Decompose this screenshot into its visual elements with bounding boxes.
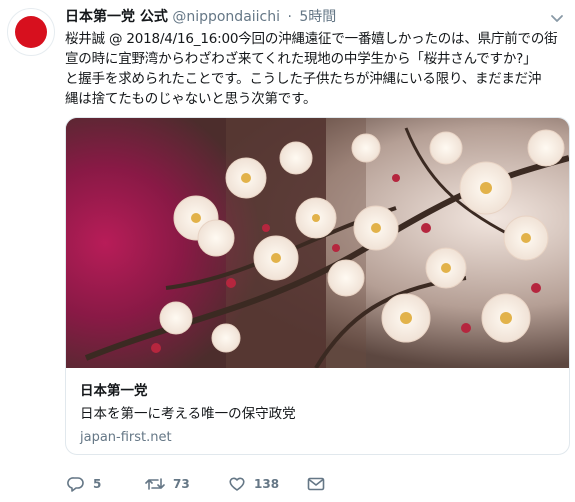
reply-count: 5	[93, 477, 102, 491]
tweet-text: 桜井誠 @ 2018/4/16_16:00今回の沖縄遠征で一番嬉しかったのは、県…	[65, 29, 570, 109]
account-name[interactable]: 日本第一党 公式	[65, 9, 168, 25]
heart-icon	[229, 477, 245, 491]
plum-blossom-image[interactable]	[66, 118, 569, 368]
direct-message-button[interactable]	[307, 474, 325, 494]
link-card[interactable]: 日本第一党 日本を第一に考える唯一の保守政党 japan-first.net	[65, 117, 570, 455]
envelope-icon	[307, 477, 325, 491]
card-title: 日本第一党	[80, 383, 148, 399]
reply-button[interactable]: 5	[67, 474, 101, 494]
retweet-button[interactable]: 73	[145, 474, 190, 494]
avatar[interactable]	[7, 8, 55, 56]
tweet-text-line: 桜井誠 @ 2018/4/16_16:00今回の沖縄遠征で一番嬉しかったのは、県…	[65, 31, 558, 47]
like-count: 138	[254, 477, 280, 491]
chevron-down-icon[interactable]	[549, 10, 565, 26]
separator-dot: ·	[287, 9, 292, 25]
retweet-icon	[145, 478, 165, 490]
tweet-text-line: 宣の時に宜野湾からわざわざ来てくれた現地の中学生から「桜井さんですか?」	[65, 51, 537, 67]
rising-sun-logo	[15, 16, 47, 48]
card-body: 日本第一党 日本を第一に考える唯一の保守政党 japan-first.net	[80, 381, 550, 447]
tweet-text-line: と握手を求められたことです。こうした子供たちが沖縄にいる限り、まだまだ沖	[65, 71, 542, 87]
card-description: 日本を第一に考える唯一の保守政党	[80, 406, 296, 422]
tweet-header: 日本第一党 公式 @nippondaiichi · 5時間	[65, 8, 336, 26]
reply-icon	[67, 477, 84, 492]
timestamp[interactable]: 5時間	[299, 9, 336, 25]
like-button[interactable]: 138	[228, 474, 279, 494]
tweet[interactable]: 日本第一党 公式 @nippondaiichi · 5時間 桜井誠 @ 2018…	[0, 0, 575, 502]
card-domain: japan-first.net	[80, 430, 172, 445]
account-handle[interactable]: @nippondaiichi	[172, 9, 280, 25]
retweet-count: 73	[173, 477, 190, 491]
tweet-text-line: 縄は捨てたものじゃないと思う次第です。	[65, 91, 317, 107]
